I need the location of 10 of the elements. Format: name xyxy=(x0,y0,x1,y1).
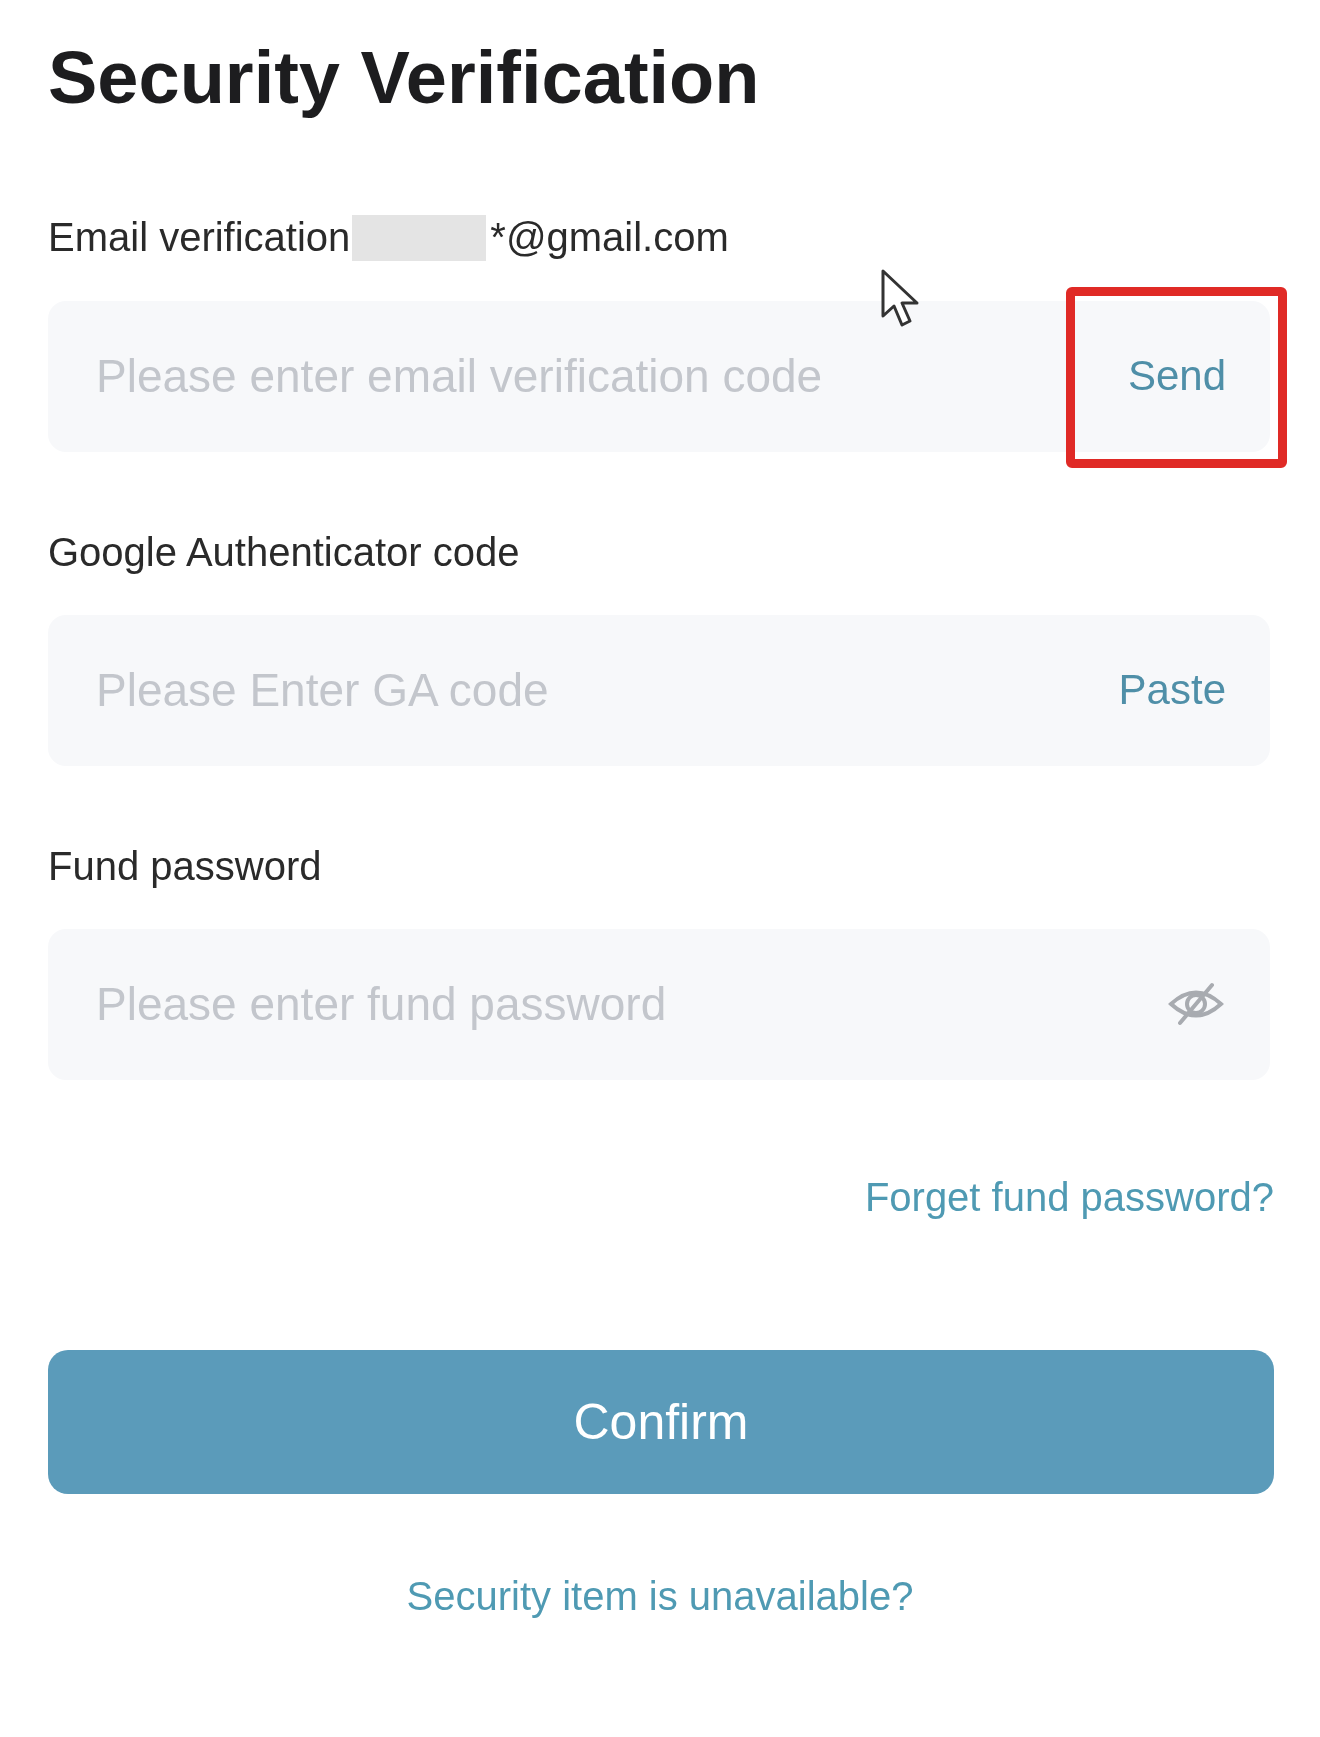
field-label: Google Authenticator code xyxy=(48,529,520,575)
field-label: Fund password xyxy=(48,843,322,889)
forget-password-link[interactable]: Forget fund password? xyxy=(864,1174,1274,1220)
field-label: Email verification xyxy=(48,215,351,261)
confirm-button[interactable]: Confirm xyxy=(48,1349,1274,1494)
page-title: Security Verification xyxy=(48,35,761,121)
email-address: *@gmail.com xyxy=(490,215,729,261)
action-button[interactable]: Send xyxy=(1127,352,1226,401)
unavailable-link[interactable]: Security item is unavailable? xyxy=(406,1573,914,1619)
action-button[interactable]: Paste xyxy=(1118,666,1226,715)
